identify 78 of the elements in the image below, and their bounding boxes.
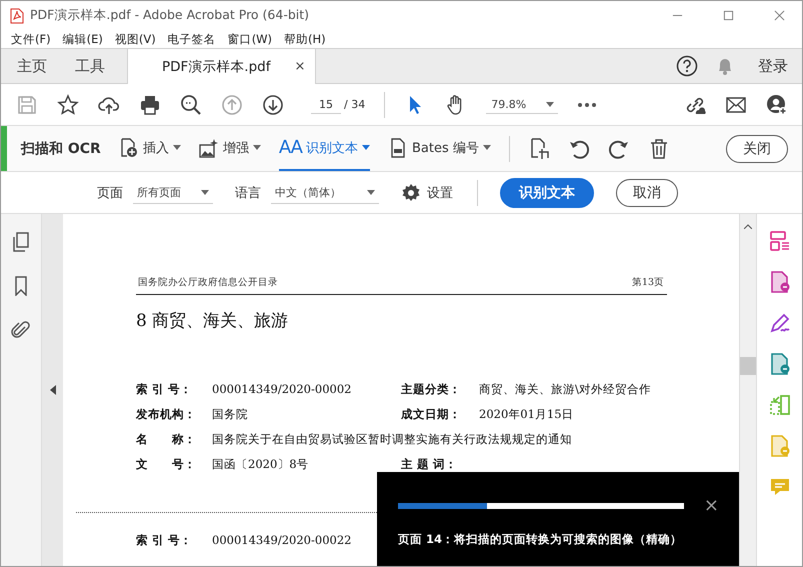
tab-close-button[interactable]: × (294, 59, 306, 74)
caret-icon (482, 145, 491, 150)
maximize-icon[interactable] (723, 10, 734, 21)
tab[interactable]: 主页 (1, 49, 59, 83)
scroll-thumb[interactable] (740, 357, 756, 375)
toast-close-button[interactable]: × (704, 497, 719, 515)
field-label: 主题分类： (401, 382, 462, 397)
star-icon[interactable] (57, 94, 79, 116)
paperclip-icon[interactable] (11, 320, 31, 340)
tool-shortcut-icon[interactable] (768, 312, 790, 334)
menu-item[interactable]: 文件(F) (11, 32, 51, 46)
language-label: 语言 (235, 184, 261, 202)
menu-item[interactable]: 编辑(E) (62, 32, 103, 46)
page-header-text: 国务院办公厅政府信息公开目录 (138, 276, 278, 289)
field-value: 000014349/2020-00002 (212, 382, 352, 397)
expand-panel-icon[interactable] (50, 385, 56, 395)
page-number-text: 第13页 (632, 276, 664, 289)
pages-dropdown[interactable]: 所有页面 (133, 182, 213, 204)
caret-icon (367, 190, 375, 194)
window-title: PDF演示样本.pdf - Adobe Acrobat Pro (64-bit) (30, 7, 310, 24)
menu-item[interactable]: 视图(V) (114, 32, 156, 46)
tool-button[interactable]: 增强 (198, 126, 261, 171)
caret-icon (172, 145, 181, 150)
field-value: 国务院关于在自由贸易试验区暂时调整实施有关行政法规规定的通知 (212, 432, 572, 447)
field-label: 名 称： (136, 432, 197, 447)
progress-message: 页面 14：将扫描的页面转换为可搜索的图像（精确） (398, 532, 684, 547)
scroll-up-icon[interactable] (744, 224, 752, 229)
cancel-button[interactable]: 取消 (616, 178, 678, 206)
field-value: 000014349/2020-00022 (212, 533, 352, 548)
field-value: 2020年01月15日 (479, 407, 575, 422)
menu-item[interactable]: 电子签名 (168, 32, 216, 46)
tab[interactable]: 工具 (59, 49, 117, 83)
field-value: 商贸、海关、旅游\对外经贸合作 (479, 382, 652, 397)
tool-button[interactable]: 插入 (118, 126, 181, 171)
pages-label: 页面 (97, 184, 123, 202)
section-heading: 8 商贸、海关、旅游 (136, 310, 290, 332)
menu-item[interactable]: 帮助(H) (284, 32, 326, 46)
close-icon[interactable] (774, 10, 785, 21)
language-dropdown[interactable]: 中文（简体） (271, 182, 379, 204)
pdf-file-icon (10, 8, 24, 24)
field-label: 成文日期： (401, 407, 462, 422)
field-label: 索 引 号： (136, 382, 194, 397)
tool-shortcut-icon[interactable] (768, 353, 790, 375)
menu-item[interactable]: 窗口(W) (228, 32, 272, 46)
zoom-dropdown[interactable]: 79.8% (486, 96, 558, 114)
add-user-icon[interactable] (766, 94, 788, 116)
caret-icon (362, 145, 370, 150)
document-plus-icon (118, 138, 139, 158)
field-value: 国函〔2020〕8号 (212, 457, 310, 472)
settings-button[interactable]: 设置 (401, 182, 453, 202)
field-label: 索 引 号： (136, 533, 194, 548)
field-label: 文 号： (136, 457, 197, 472)
print-icon[interactable] (139, 94, 161, 116)
zoom-icon[interactable] (180, 94, 202, 116)
pages-icon[interactable] (11, 232, 31, 252)
help-icon[interactable] (676, 55, 698, 77)
caret-icon (201, 190, 209, 194)
next-page-icon[interactable] (262, 94, 284, 116)
tool-button[interactable]: AA 识别文本 (278, 126, 370, 171)
ocr-toolbar-title: 扫描和 OCR (21, 140, 101, 158)
caret-icon (252, 145, 261, 150)
image-sparkle-icon (198, 138, 219, 158)
tab[interactable]: PDF演示样本.pdf × (127, 49, 316, 84)
page-total: / 34 (344, 98, 366, 111)
scrollbar[interactable] (739, 214, 756, 566)
field-label: 主 题 词： (401, 457, 458, 472)
field-value: 国务院 (212, 407, 249, 422)
tool-button[interactable]: Bates 编号 (388, 126, 491, 171)
field-label: 发布机构： (136, 407, 197, 422)
tool-shortcut-icon[interactable] (768, 230, 790, 252)
sign-in-link[interactable]: 登录 (758, 56, 788, 76)
close-button[interactable]: 关闭 (726, 134, 788, 162)
gear-icon (401, 182, 421, 202)
more-icon[interactable] (577, 102, 598, 108)
caret-icon (546, 102, 554, 106)
page-number-field[interactable]: 15 (311, 96, 341, 114)
recognize-text-button[interactable]: 识别文本 (500, 178, 594, 208)
tool-shortcut-icon[interactable] (768, 271, 790, 293)
